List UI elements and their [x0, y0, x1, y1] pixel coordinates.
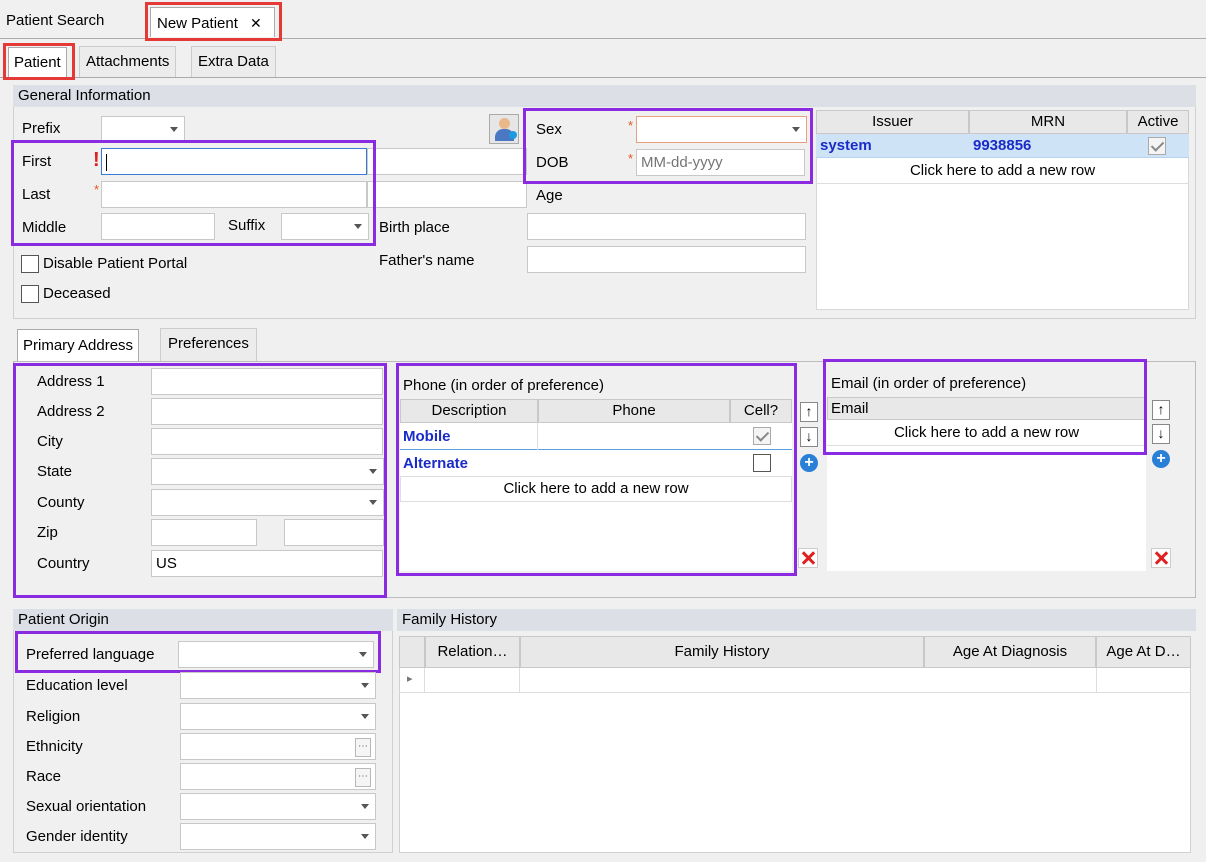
highlight-preferred-language: [15, 631, 381, 673]
ellipsis-icon[interactable]: ⋯: [355, 738, 371, 757]
mrn-header-issuer-text: Issuer: [872, 113, 913, 130]
mrn-row-mrn: 9938856: [973, 137, 1032, 154]
deceased-checkbox[interactable]: [21, 285, 39, 303]
mrn-header-mrn-text: MRN: [1030, 113, 1066, 130]
patient-lookup-icon[interactable]: [489, 114, 519, 144]
tab-preferences[interactable]: Preferences: [160, 328, 257, 361]
birth-place-input[interactable]: [527, 213, 806, 240]
mrn-header-issuer: Issuer: [816, 110, 969, 134]
last-name-extra-input[interactable]: [367, 181, 527, 208]
first-name-extra-input[interactable]: [367, 148, 527, 175]
gender-identity-label: Gender identity: [26, 828, 128, 845]
email-add-icon[interactable]: +: [1152, 450, 1170, 468]
chevron-down-icon: [361, 834, 369, 839]
highlight-patient-tab: [3, 43, 75, 80]
mrn-add-row[interactable]: Click here to add a new row: [816, 158, 1189, 184]
family-header-age-at-death[interactable]: Age At D…: [1096, 636, 1191, 668]
ethnicity-select[interactable]: ⋯: [180, 733, 376, 760]
family-header-age-at-diagnosis-text: Age At Diagnosis: [952, 643, 1068, 660]
tab-patient-search-label: Patient Search: [6, 12, 105, 29]
phone-move-up-button[interactable]: ↑: [800, 402, 818, 422]
email-move-up-button[interactable]: ↑: [1152, 400, 1170, 420]
patient-origin-title: Patient Origin: [18, 611, 109, 628]
family-row-divider: [424, 668, 425, 693]
disable-portal-label: Disable Patient Portal: [43, 255, 188, 272]
row-marker-icon: ▸: [407, 673, 413, 685]
race-label: Race: [26, 768, 62, 785]
phone-delete-icon[interactable]: [798, 548, 818, 568]
family-header-family-history[interactable]: Family History: [520, 636, 924, 668]
education-level-select[interactable]: [180, 672, 376, 699]
prefix-label: Prefix: [22, 120, 61, 137]
email-delete-icon[interactable]: [1151, 548, 1171, 568]
gender-identity-select[interactable]: [180, 823, 376, 850]
mrn-row-active-checkbox[interactable]: [1148, 137, 1166, 155]
sexual-orientation-label: Sexual orientation: [26, 798, 147, 815]
tab-attachments[interactable]: Attachments: [79, 46, 177, 77]
family-history-header: Family History: [397, 609, 1196, 631]
disable-portal-checkbox[interactable]: [21, 255, 39, 273]
ethnicity-label: Ethnicity: [26, 738, 83, 755]
tab-preferences-label: Preferences: [168, 335, 249, 352]
tab-primary-address-label: Primary Address: [23, 337, 134, 354]
mrn-add-row-text: Click here to add a new row: [909, 162, 1096, 179]
chevron-down-icon: [361, 714, 369, 719]
highlight-address: [13, 363, 387, 598]
family-header-family-history-text: Family History: [674, 643, 770, 660]
sub-tab-bar: [0, 77, 1206, 78]
birth-place-label: Birth place: [379, 219, 450, 236]
religion-label: Religion: [26, 708, 81, 725]
family-row-divider: [1096, 668, 1097, 693]
mrn-header-active-text: Active: [1137, 113, 1179, 130]
family-header-selector: [399, 636, 425, 668]
tab-patient-search[interactable]: Patient Search: [0, 6, 110, 36]
mrn-row[interactable]: system 9938856: [816, 134, 1189, 158]
age-label: Age: [536, 187, 563, 204]
tab-extra-data-label: Extra Data: [198, 53, 269, 70]
family-header-age-at-diagnosis[interactable]: Age At Diagnosis: [924, 636, 1096, 668]
general-information-title: General Information: [18, 87, 151, 104]
chevron-down-icon: [361, 683, 369, 688]
patient-origin-header: Patient Origin: [13, 609, 393, 631]
highlight-name-fields: [11, 140, 376, 246]
prefix-select[interactable]: [101, 116, 185, 143]
fathers-name-input[interactable]: [527, 246, 806, 273]
phone-move-down-button[interactable]: ↓: [800, 427, 818, 447]
sexual-orientation-select[interactable]: [180, 793, 376, 820]
phone-add-icon[interactable]: +: [800, 454, 818, 472]
highlight-phone: [396, 363, 797, 576]
tab-extra-data[interactable]: Extra Data: [191, 46, 276, 77]
highlight-new-patient-tab: [145, 2, 282, 41]
deceased-label: Deceased: [43, 285, 111, 302]
tab-primary-address[interactable]: Primary Address: [17, 329, 140, 362]
mrn-header-mrn: MRN: [969, 110, 1127, 134]
chevron-down-icon: [170, 127, 178, 132]
fathers-name-label: Father's name: [379, 252, 475, 269]
chevron-down-icon: [361, 804, 369, 809]
tab-attachments-label: Attachments: [86, 53, 170, 70]
race-select[interactable]: ⋯: [180, 763, 376, 790]
general-information-header: General Information: [13, 85, 1196, 107]
education-level-label: Education level: [26, 677, 128, 694]
family-history-title: Family History: [402, 611, 498, 628]
ellipsis-icon[interactable]: ⋯: [355, 768, 371, 787]
religion-select[interactable]: [180, 703, 376, 730]
highlight-sex-dob: [523, 108, 813, 184]
family-header-relation-text: Relation…: [437, 643, 508, 660]
email-move-down-button[interactable]: ↓: [1152, 424, 1170, 444]
family-header-age-at-death-text: Age At D…: [1106, 643, 1181, 660]
mrn-row-issuer: system: [820, 137, 872, 154]
mrn-header-active: Active: [1127, 110, 1189, 134]
family-row-divider: [519, 668, 520, 693]
family-header-relation[interactable]: Relation…: [425, 636, 520, 668]
family-new-row[interactable]: ▸: [399, 668, 1191, 693]
highlight-email: [823, 359, 1147, 455]
